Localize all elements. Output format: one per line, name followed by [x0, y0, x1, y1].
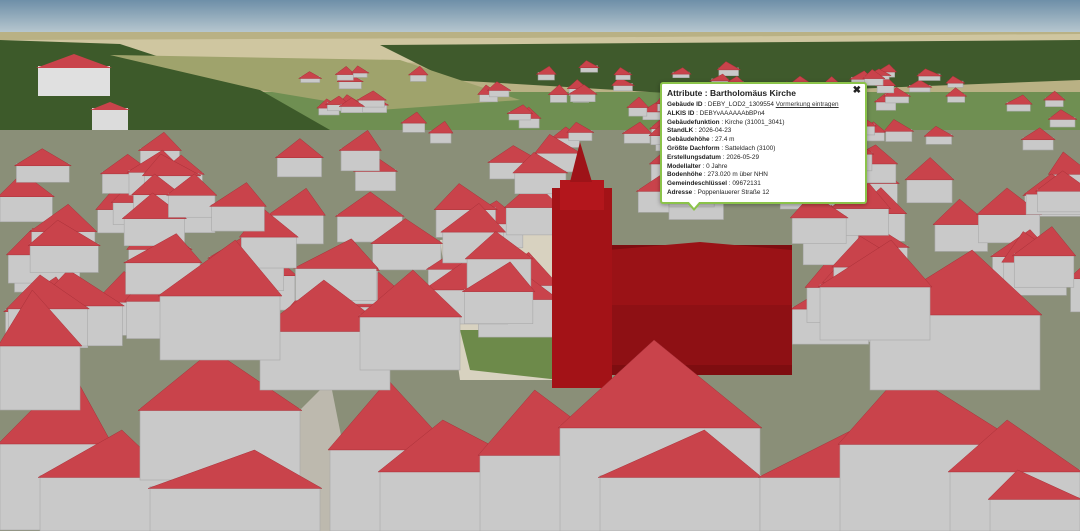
building-wall [359, 314, 461, 371]
close-icon[interactable]: ✖ [853, 86, 861, 96]
building-wall [906, 177, 953, 204]
building-wall [149, 486, 321, 531]
attribute-value: Poppenlauerer Straße 12 [697, 188, 770, 196]
building-wall [16, 163, 70, 183]
attribute-key: Erstellungsdatum [667, 153, 721, 161]
vormerkung-link[interactable]: Vormerkung eintragen [776, 101, 839, 108]
building-wall [0, 343, 81, 411]
attribute-row: Erstellungsdatum : 2026-05-29 [667, 153, 760, 161]
building-roof [621, 121, 653, 134]
building-roof [1004, 94, 1033, 105]
attribute-value: DEBY_LOD2_1309554 [707, 101, 774, 108]
attribute-key: Gemeindeschlüssel [667, 180, 728, 188]
attribute-row: Größte Dachform : Satteldach (3100) [667, 144, 776, 152]
building-roof [1047, 109, 1078, 120]
attribute-value: 2026-04-23 [698, 127, 732, 135]
attribute-row: Bodenhöhe : 273.020 m über NHN [667, 171, 768, 179]
building-wall [29, 243, 99, 273]
attribute-value: 0 Jahre [706, 162, 728, 170]
attribute-key: Bodenhöhe [667, 171, 703, 179]
attribute-value: DEBYvAAAAAAbBPn4 [699, 109, 765, 117]
attribute-value: 273.020 m über NHN [707, 171, 768, 179]
building-wall [277, 155, 322, 178]
attribute-row: Gebäudehöhe : 27.4 m [667, 136, 735, 144]
building-wall [464, 289, 534, 324]
building-wall [989, 497, 1080, 531]
attribute-row: Gemeindeschlüssel : 09672131 [667, 180, 761, 188]
city-3d-scene[interactable] [0, 0, 1080, 531]
building-roof [427, 120, 454, 134]
building-wall [211, 204, 265, 232]
attribute-row: StandLK : 2026-04-23 [667, 127, 732, 135]
building-wall [355, 169, 396, 192]
attribute-value: 09672131 [732, 180, 761, 188]
building-wall [1013, 253, 1075, 288]
attribute-row: Gebäude ID : DEBY_LOD2_1309554 Vormerkun… [667, 101, 839, 108]
attribute-key: Adresse [667, 188, 693, 196]
building-wall [168, 193, 216, 218]
building-wall [159, 293, 281, 361]
building-wall [505, 205, 560, 236]
attribute-key: StandLK [667, 127, 694, 135]
building-wall [819, 284, 931, 341]
building-wall [791, 215, 847, 244]
attribute-key: Gebäude ID [667, 101, 703, 108]
attribute-row: ALKIS ID : DEBYvAAAAAAbBPn4 [667, 109, 765, 117]
building-roof [626, 96, 650, 108]
attribute-row: Modellalter : 0 Jahre [667, 162, 728, 170]
attribute-key: Größte Dachform [667, 144, 720, 152]
building-wall [1037, 188, 1080, 213]
attribute-key: Gebäudehöhe [667, 136, 710, 144]
attribute-row: Adresse : Poppenlauerer Straße 12 [667, 188, 770, 196]
building-roof [883, 119, 915, 132]
building-roof [400, 111, 428, 124]
building-roof [566, 121, 595, 133]
attribute-key: ALKIS ID [667, 109, 695, 117]
building-roof [1042, 90, 1066, 101]
attribute-value: 2026-05-29 [726, 153, 760, 161]
building-wall [599, 475, 761, 531]
attribute-row: Gebäudefunktion : Kirche (31001_3041) [667, 118, 785, 126]
attribute-value: Satteldach (3100) [724, 144, 776, 152]
building-wall [340, 148, 380, 172]
building-wall [372, 241, 442, 271]
popup-title: Attribute : Bartholomäus Kirche [667, 88, 796, 98]
attribute-popup: Attribute : Bartholomäus Kirche ✖ Gebäud… [660, 82, 867, 211]
building-wall [0, 194, 53, 223]
attribute-key: Modellalter [667, 162, 701, 170]
map-3d-view[interactable] [0, 0, 1080, 531]
attribute-value: Kirche (31001_3041) [724, 118, 785, 126]
attribute-value: 27.4 m [714, 136, 735, 144]
attribute-key: Gebäudefunktion [667, 118, 720, 126]
